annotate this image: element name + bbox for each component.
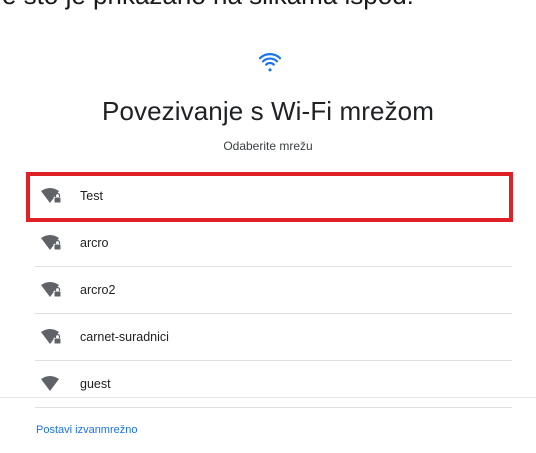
network-item-carnet-suradnici[interactable]: carnet-suradnici	[35, 314, 512, 361]
network-item-arcro[interactable]: arcro	[35, 220, 512, 267]
wifi-open-icon	[41, 376, 63, 392]
network-item-test[interactable]: Test	[26, 172, 513, 222]
page-title: Povezivanje s Wi-Fi mrežom	[102, 96, 434, 126]
footer-divider	[0, 397, 536, 398]
wifi-secured-icon	[41, 235, 63, 251]
wifi-secured-icon	[41, 188, 63, 204]
network-list: Test arcro arcro2 carnet-suradnici guest	[26, 172, 513, 408]
network-item-arcro2[interactable]: arcro2	[35, 267, 512, 314]
wifi-secured-icon	[41, 282, 63, 298]
setup-offline-link[interactable]: Postavi izvanmrežno	[36, 424, 138, 436]
network-name: arcro	[80, 236, 109, 250]
network-name: arcro2	[80, 283, 116, 297]
wifi-icon	[258, 53, 282, 72]
partial-heading-text: e što je prikazano na slikama ispod:	[0, 0, 536, 20]
network-name: guest	[80, 377, 111, 391]
page-subtitle: Odaberite mrežu	[223, 139, 313, 153]
network-name: Test	[80, 189, 103, 203]
network-item-guest[interactable]: guest	[35, 361, 512, 408]
network-name: carnet-suradnici	[80, 330, 169, 344]
wifi-secured-icon	[41, 329, 63, 345]
